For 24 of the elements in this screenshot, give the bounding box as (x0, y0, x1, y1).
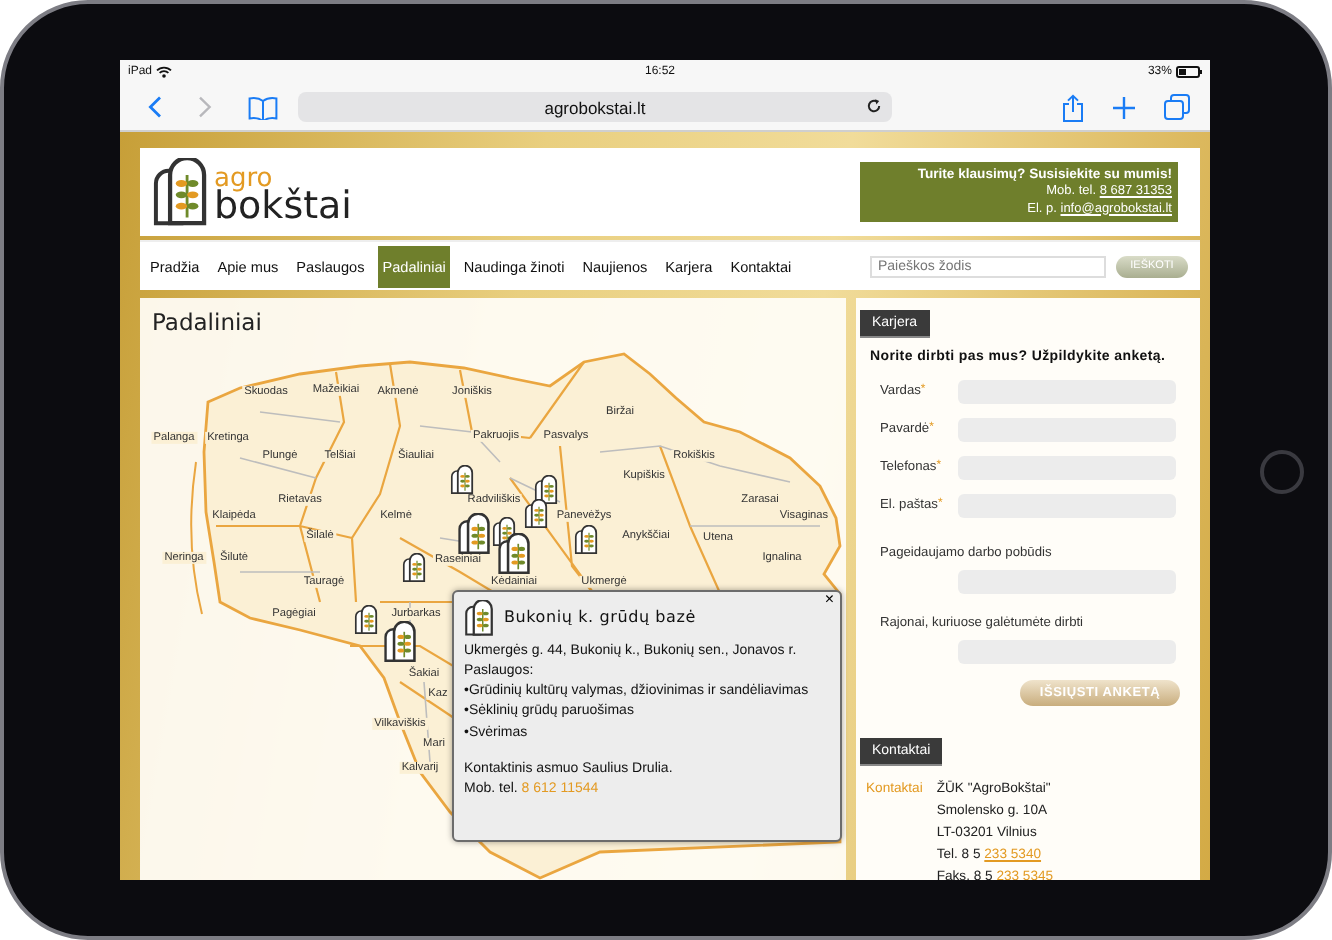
book-icon[interactable] (248, 95, 278, 119)
popup-title: Bukonių k. grūdų bazė (504, 606, 696, 630)
address-bar[interactable]: agrobokstai.lt (298, 92, 892, 122)
battery-icon (1175, 66, 1202, 78)
url-text: agrobokstai.lt (544, 97, 646, 117)
silo-icon[interactable] (574, 525, 598, 555)
silo-icon[interactable] (383, 621, 417, 663)
silo-icon[interactable] (402, 553, 426, 583)
reload-icon[interactable] (866, 98, 882, 114)
panel-title: Padaliniai (150, 306, 262, 336)
silo-icon[interactable] (450, 465, 474, 495)
wifi-icon (156, 66, 173, 78)
silo-icon[interactable] (354, 605, 378, 635)
silo-logo-icon[interactable] (150, 158, 210, 226)
share-icon[interactable] (1062, 93, 1084, 121)
close-button[interactable]: × (824, 592, 834, 608)
logo-text: agro (214, 166, 273, 192)
tabs-icon[interactable] (1164, 94, 1190, 120)
back-icon[interactable] (148, 96, 162, 118)
plus-icon[interactable] (1112, 95, 1136, 119)
silo-icon (464, 600, 494, 636)
silo-icon[interactable] (497, 533, 531, 575)
silo-icon[interactable] (457, 513, 491, 555)
logo-text: bokštai (214, 188, 352, 226)
